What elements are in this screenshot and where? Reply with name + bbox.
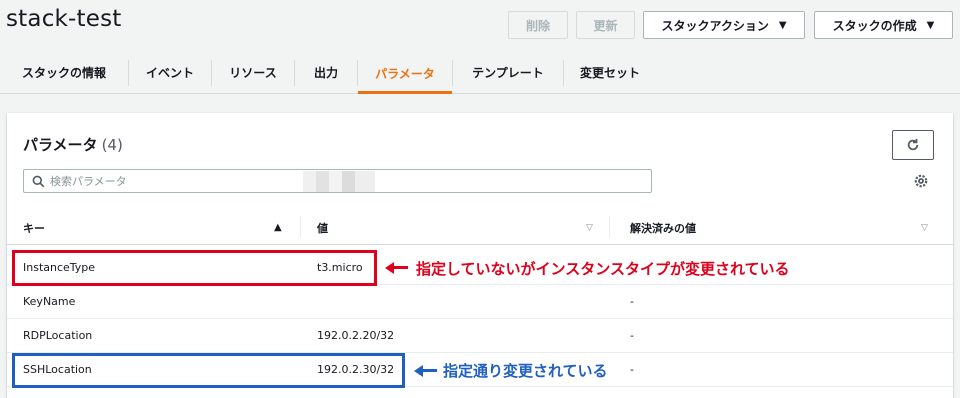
- cell-resolved: -: [630, 295, 634, 308]
- column-header-value[interactable]: 値: [317, 216, 577, 240]
- annotation-red-box: [12, 250, 377, 286]
- tab-template[interactable]: テンプレート: [453, 52, 563, 93]
- tab-resources[interactable]: リソース: [212, 52, 294, 93]
- cell-key: KeyName: [23, 295, 76, 308]
- annotation-blue-note: 指定通り変更されている: [443, 362, 608, 380]
- refresh-icon: [907, 138, 919, 151]
- sort-icon[interactable]: ▽: [921, 223, 928, 233]
- page-title: stack-test: [6, 6, 122, 32]
- tab-bar: スタックの情報 イベント リソース 出力 パラメータ テンプレート 変更セット: [0, 52, 960, 94]
- column-divider: [609, 216, 610, 238]
- panel-title: パラメータ (4): [23, 134, 123, 155]
- page-header: stack-test 削除 更新 スタックアクション ▼ スタックの作成 ▼: [0, 0, 960, 50]
- table-header-divider: [7, 244, 953, 245]
- update-button[interactable]: 更新: [576, 11, 635, 39]
- cell-resolved: -: [630, 329, 634, 342]
- cell-key: RDPLocation: [23, 329, 93, 342]
- parameter-count: (4): [101, 136, 123, 154]
- table-row: KeyName -: [7, 285, 953, 319]
- stack-actions-button[interactable]: スタックアクション ▼: [643, 11, 805, 39]
- gear-icon[interactable]: [913, 173, 929, 189]
- annotation-blue-arrow: [421, 369, 437, 372]
- caret-down-icon: ▼: [778, 19, 787, 31]
- caret-down-icon: ▼: [926, 19, 935, 31]
- tab-events[interactable]: イベント: [129, 52, 211, 93]
- annotation-blue-box: [12, 353, 405, 388]
- column-divider: [300, 216, 301, 238]
- create-stack-button[interactable]: スタックの作成 ▼: [814, 11, 953, 39]
- search-icon: [32, 175, 45, 188]
- annotation-red-note: 指定していないがインスタンスタイプが変更されている: [416, 260, 790, 278]
- table-row: RDPLocation 192.0.2.20/32 -: [7, 319, 953, 353]
- column-header-resolved[interactable]: 解決済みの値: [630, 216, 890, 240]
- column-header-key[interactable]: キー: [23, 216, 283, 240]
- sort-icon[interactable]: ▽: [586, 223, 593, 233]
- annotation-red-arrow: [392, 266, 408, 269]
- cell-value: 192.0.2.20/32: [317, 329, 395, 342]
- refresh-button[interactable]: [892, 130, 934, 160]
- tab-outputs[interactable]: 出力: [295, 52, 357, 93]
- delete-button[interactable]: 削除: [508, 11, 568, 39]
- tab-parameters[interactable]: パラメータ: [358, 52, 452, 94]
- create-stack-label: スタックの作成: [832, 18, 917, 33]
- stack-actions-label: スタックアクション: [661, 18, 769, 33]
- sort-ascending-icon[interactable]: ▲: [274, 222, 282, 233]
- redacted-value: [303, 171, 375, 192]
- tab-change-sets[interactable]: 変更セット: [564, 52, 656, 93]
- cell-resolved: -: [630, 363, 634, 376]
- panel-title-text: パラメータ: [23, 136, 98, 154]
- tab-stack-info[interactable]: スタックの情報: [0, 52, 128, 93]
